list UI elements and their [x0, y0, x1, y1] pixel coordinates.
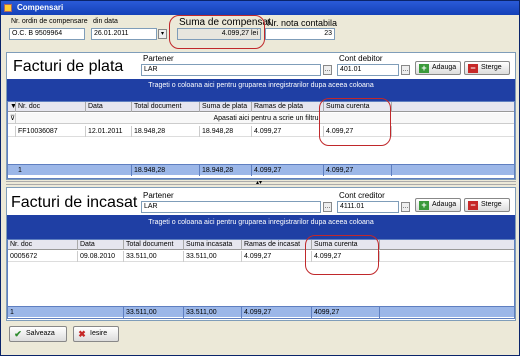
- date-label: din data: [93, 18, 118, 25]
- incasat-col-total[interactable]: Total document: [124, 240, 184, 250]
- plata-total-ramas: 4.099,27: [252, 165, 324, 176]
- sum-field: 4.099,27 lei: [177, 28, 261, 40]
- incasat-total-ramas: 4.099,27: [242, 307, 312, 318]
- plata-col-suma-plata[interactable]: Suma de plata: [200, 102, 252, 112]
- incasat-partner-label: Partener: [143, 191, 174, 200]
- plata-add-button[interactable]: + Adauga: [415, 61, 461, 75]
- row-selector[interactable]: [8, 126, 16, 137]
- incasat-cell-data: 09.08.2010: [78, 251, 124, 262]
- incasat-partner-field[interactable]: LAR: [141, 201, 321, 213]
- app-icon: [4, 4, 12, 12]
- incasat-col-ramas[interactable]: Ramas de incasat: [242, 240, 312, 250]
- plata-partner-label: Partener: [143, 54, 174, 63]
- minus-icon: −: [468, 64, 478, 73]
- plata-filter-row[interactable]: ⊽ Apasati aici pentru a scrie un filtru: [8, 113, 514, 124]
- date-field[interactable]: 26.01.2011: [91, 28, 157, 40]
- plata-cell-total: 18.948,28: [132, 126, 200, 137]
- incasat-col-suma-curenta[interactable]: Suma curenta: [312, 240, 380, 250]
- sum-label: Suma de compensat: [179, 17, 271, 28]
- date-dropdown-icon[interactable]: ▾: [158, 29, 167, 39]
- incasat-cell-nrdoc: 0005672: [8, 251, 78, 262]
- table-row[interactable]: 0005672 09.08.2010 33.511,00 33.511,00 4…: [8, 251, 514, 262]
- plata-cell-nrdoc: FF10036087: [16, 126, 86, 137]
- exit-label: Iesire: [90, 330, 108, 337]
- close-icon: ✖: [78, 329, 86, 339]
- plata-partner-browse-button[interactable]: …: [323, 65, 332, 75]
- incasat-col-nrdoc[interactable]: Nr. doc: [8, 240, 78, 250]
- plata-delete-label: Sterge: [481, 64, 502, 71]
- incasat-partner-browse-button[interactable]: …: [323, 202, 332, 212]
- incasat-totals-row: 1 33.511,00 33.511,00 4.099,27 4099,27: [8, 306, 514, 318]
- incasat-add-button[interactable]: + Adauga: [415, 198, 461, 212]
- plata-col-ramas[interactable]: Ramas de plata: [252, 102, 324, 112]
- incasat-cell-total: 33.511,00: [124, 251, 184, 262]
- nota-label: Nr. nota contabila: [267, 18, 338, 28]
- save-button[interactable]: ✔ Salveaza: [9, 326, 67, 342]
- minus-icon: −: [468, 201, 478, 210]
- filter-icon: ⊽: [10, 113, 16, 124]
- incasat-group-hint: Trageti o coloana aici pentru gruparea i…: [148, 219, 374, 226]
- incasat-grid: Nr. doc Data Total document Suma incasat…: [7, 239, 515, 319]
- plata-col-nrdoc[interactable]: Nr. doc: [16, 102, 86, 112]
- order-label: Nr. ordin de compensare: [11, 18, 88, 25]
- order-number-field[interactable]: O.C. B 9509964: [9, 28, 85, 40]
- plata-total-document: 18.948,28: [132, 165, 200, 176]
- plata-grid: ▼ Nr. doc Data Total document Suma de pl…: [7, 101, 515, 179]
- plata-group-hint: Trageti o coloana aici pentru gruparea i…: [148, 82, 374, 89]
- save-label: Salveaza: [26, 330, 55, 337]
- plata-filter-hint: Apasati aici pentru a scrie un filtru: [213, 115, 319, 122]
- plus-icon: +: [419, 201, 429, 210]
- plata-cell-suma-curenta[interactable]: 4.099,27: [324, 126, 392, 137]
- plata-add-label: Adauga: [432, 64, 457, 71]
- incasat-col-suma-incasata[interactable]: Suma incasata: [184, 240, 242, 250]
- incasat-delete-button[interactable]: − Sterge: [464, 198, 510, 212]
- row-indicator-header: ▼: [8, 102, 16, 112]
- plata-grid-header: ▼ Nr. doc Data Total document Suma de pl…: [8, 102, 514, 112]
- incasat-total-count: 1: [8, 307, 124, 318]
- plata-totals-row: 1 18.948,28 18.948,28 4.099,27 4.099,27: [8, 164, 514, 176]
- incasat-title: Facturi de incasat: [11, 194, 138, 211]
- window-title: Compensari: [17, 3, 64, 12]
- plata-cell-ramas: 4.099,27: [252, 126, 324, 137]
- plata-cell-suma-plata: 18.948,28: [200, 126, 252, 137]
- splitter-handle-icon: ▴▾: [256, 180, 263, 186]
- plata-cont-label: Cont debitor: [339, 54, 383, 63]
- incasat-total-document: 33.511,00: [124, 307, 184, 318]
- compensari-window: Compensari Nr. ordin de compensare O.C. …: [0, 0, 520, 356]
- incasat-cont-browse-button[interactable]: …: [401, 202, 410, 212]
- panel-splitter[interactable]: ▴▾: [6, 180, 516, 186]
- plata-cont-field[interactable]: 401.01: [337, 64, 399, 76]
- plata-col-suma-curenta[interactable]: Suma curenta: [324, 102, 392, 112]
- plata-cont-browse-button[interactable]: …: [401, 65, 410, 75]
- incasat-cont-field[interactable]: 4111.01: [337, 201, 399, 213]
- incasat-add-label: Adauga: [432, 201, 457, 208]
- table-row[interactable]: FF10036087 12.01.2011 18.948,28 18.948,2…: [8, 126, 514, 137]
- title-bar: Compensari: [1, 1, 519, 15]
- incasat-cell-suma-incasata: 33.511,00: [184, 251, 242, 262]
- incasat-cell-suma-curenta[interactable]: 4.099,27: [312, 251, 380, 262]
- checkmark-icon: ✔: [14, 329, 22, 339]
- plus-icon: +: [419, 64, 429, 73]
- nota-field[interactable]: 23: [265, 28, 335, 40]
- plata-col-data[interactable]: Data: [86, 102, 132, 112]
- plata-delete-button[interactable]: − Sterge: [464, 61, 510, 75]
- plata-group-area[interactable]: Trageti o coloana aici pentru gruparea i…: [7, 79, 515, 101]
- exit-button[interactable]: ✖ Iesire: [73, 326, 119, 342]
- incasat-grid-header: Nr. doc Data Total document Suma incasat…: [8, 240, 514, 250]
- plata-cell-data: 12.01.2011: [86, 126, 132, 137]
- incasat-total-suma-curenta: 4099,27: [312, 307, 380, 318]
- plata-total-count: 1: [8, 165, 132, 176]
- plata-col-total[interactable]: Total document: [132, 102, 200, 112]
- incasat-cell-ramas: 4.099,27: [242, 251, 312, 262]
- plata-title: Facturi de plata: [13, 58, 124, 75]
- incasat-delete-label: Sterge: [481, 201, 502, 208]
- plata-total-suma-curenta: 4.099,27: [324, 165, 392, 176]
- incasat-cont-label: Cont creditor: [339, 191, 385, 200]
- incasat-total-suma-incasata: 33.511,00: [184, 307, 242, 318]
- plata-total-suma-plata: 18.948,28: [200, 165, 252, 176]
- incasat-group-area[interactable]: Trageti o coloana aici pentru gruparea i…: [7, 215, 515, 239]
- incasat-col-data[interactable]: Data: [78, 240, 124, 250]
- plata-partner-field[interactable]: LAR: [141, 64, 321, 76]
